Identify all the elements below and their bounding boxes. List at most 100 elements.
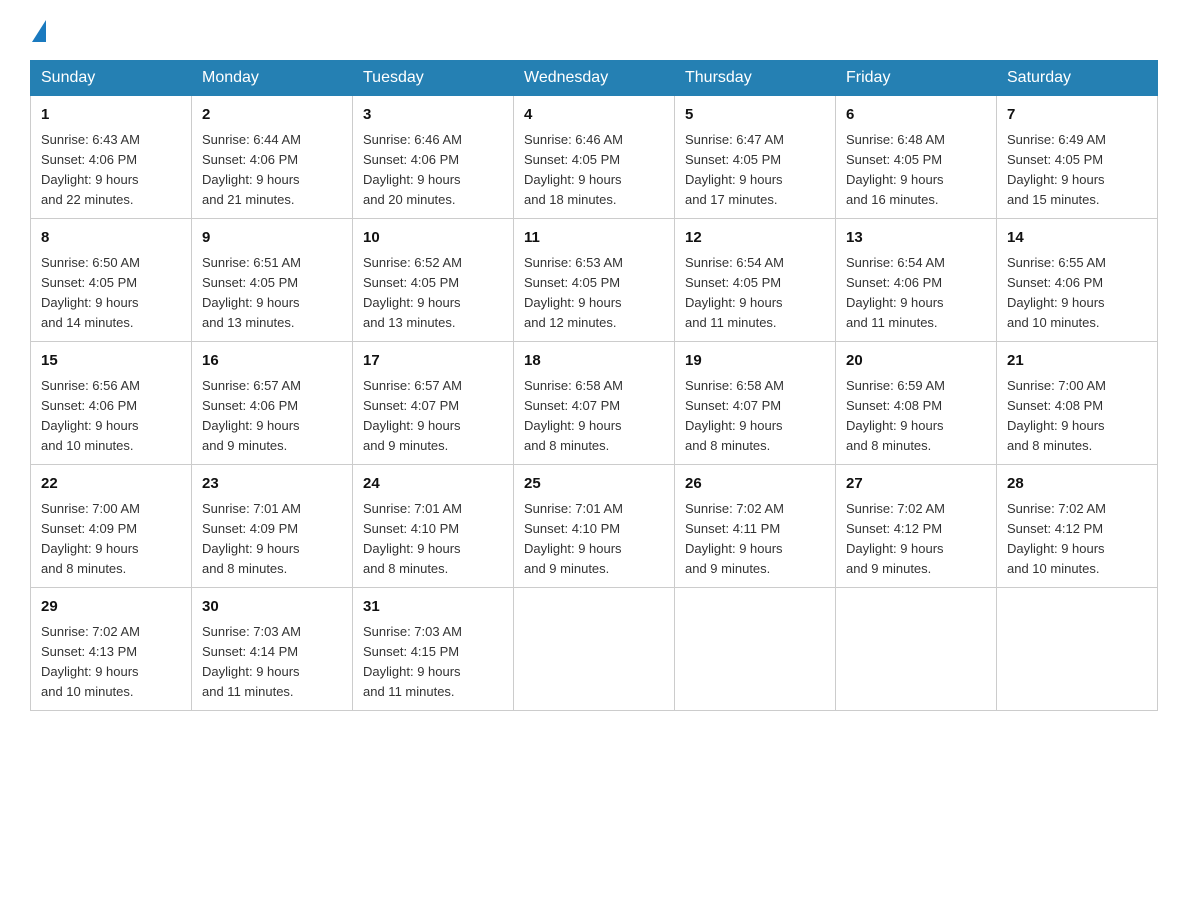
day-info: Sunrise: 6:58 AMSunset: 4:07 PMDaylight:… — [524, 376, 664, 457]
calendar-cell: 29 Sunrise: 7:02 AMSunset: 4:13 PMDayligh… — [31, 588, 192, 711]
day-number: 28 — [1007, 473, 1147, 496]
day-info: Sunrise: 7:02 AMSunset: 4:12 PMDaylight:… — [846, 499, 986, 580]
calendar-cell: 2 Sunrise: 6:44 AMSunset: 4:06 PMDaylight… — [192, 96, 353, 219]
calendar-cell: 24Sunrise: 7:01 AMSunset: 4:10 PMDayligh… — [353, 465, 514, 588]
calendar-cell — [836, 588, 997, 711]
calendar-cell: 15 Sunrise: 6:56 AMSunset: 4:06 PMDayligh… — [31, 342, 192, 465]
header-friday: Friday — [836, 61, 997, 96]
day-number: 11 — [524, 227, 664, 250]
calendar-cell: 19Sunrise: 6:58 AMSunset: 4:07 PMDayligh… — [675, 342, 836, 465]
day-number: 31 — [363, 596, 503, 619]
day-number: 23 — [202, 473, 342, 496]
logo-triangle-icon — [32, 20, 46, 42]
day-info: Sunrise: 7:01 AMSunset: 4:10 PMDaylight:… — [363, 499, 503, 580]
calendar-cell: 13 Sunrise: 6:54 AMSunset: 4:06 PMDayligh… — [836, 219, 997, 342]
day-info: Sunrise: 6:50 AMSunset: 4:05 PMDaylight:… — [41, 253, 181, 334]
logo-text — [30, 20, 46, 44]
day-info: Sunrise: 7:00 AMSunset: 4:08 PMDaylight:… — [1007, 376, 1147, 457]
day-info: Sunrise: 6:47 AMSunset: 4:05 PMDaylight:… — [685, 130, 825, 211]
calendar-header-row: SundayMondayTuesdayWednesdayThursdayFrid… — [31, 61, 1158, 96]
calendar-week-row: 8 Sunrise: 6:50 AMSunset: 4:05 PMDaylight… — [31, 219, 1158, 342]
day-info: Sunrise: 6:57 AMSunset: 4:06 PMDaylight:… — [202, 376, 342, 457]
day-number: 6 — [846, 104, 986, 127]
day-number: 9 — [202, 227, 342, 250]
day-info: Sunrise: 6:59 AMSunset: 4:08 PMDaylight:… — [846, 376, 986, 457]
day-number: 27 — [846, 473, 986, 496]
header-saturday: Saturday — [997, 61, 1158, 96]
day-info: Sunrise: 6:44 AMSunset: 4:06 PMDaylight:… — [202, 130, 342, 211]
day-number: 30 — [202, 596, 342, 619]
day-info: Sunrise: 6:48 AMSunset: 4:05 PMDaylight:… — [846, 130, 986, 211]
calendar-cell: 22 Sunrise: 7:00 AMSunset: 4:09 PMDayligh… — [31, 465, 192, 588]
day-info: Sunrise: 7:01 AMSunset: 4:09 PMDaylight:… — [202, 499, 342, 580]
day-number: 13 — [846, 227, 986, 250]
calendar-cell: 31 Sunrise: 7:03 AMSunset: 4:15 PMDayligh… — [353, 588, 514, 711]
day-info: Sunrise: 7:02 AMSunset: 4:13 PMDaylight:… — [41, 622, 181, 703]
logo — [30, 20, 46, 40]
day-number: 10 — [363, 227, 503, 250]
day-number: 26 — [685, 473, 825, 496]
calendar-cell: 3Sunrise: 6:46 AMSunset: 4:06 PMDaylight… — [353, 96, 514, 219]
day-number: 4 — [524, 104, 664, 127]
day-info: Sunrise: 7:00 AMSunset: 4:09 PMDaylight:… — [41, 499, 181, 580]
calendar-cell — [514, 588, 675, 711]
day-number: 22 — [41, 473, 181, 496]
calendar-cell: 7 Sunrise: 6:49 AMSunset: 4:05 PMDaylight… — [997, 96, 1158, 219]
day-info: Sunrise: 6:55 AMSunset: 4:06 PMDaylight:… — [1007, 253, 1147, 334]
header-sunday: Sunday — [31, 61, 192, 96]
day-info: Sunrise: 7:03 AMSunset: 4:15 PMDaylight:… — [363, 622, 503, 703]
calendar-week-row: 1Sunrise: 6:43 AMSunset: 4:06 PMDaylight… — [31, 96, 1158, 219]
day-info: Sunrise: 7:02 AMSunset: 4:12 PMDaylight:… — [1007, 499, 1147, 580]
calendar-week-row: 15 Sunrise: 6:56 AMSunset: 4:06 PMDayligh… — [31, 342, 1158, 465]
calendar-week-row: 22 Sunrise: 7:00 AMSunset: 4:09 PMDayligh… — [31, 465, 1158, 588]
calendar-cell — [997, 588, 1158, 711]
calendar-cell: 17Sunrise: 6:57 AMSunset: 4:07 PMDayligh… — [353, 342, 514, 465]
calendar-cell: 10Sunrise: 6:52 AMSunset: 4:05 PMDayligh… — [353, 219, 514, 342]
calendar-cell: 4 Sunrise: 6:46 AMSunset: 4:05 PMDaylight… — [514, 96, 675, 219]
calendar-cell: 26 Sunrise: 7:02 AMSunset: 4:11 PMDayligh… — [675, 465, 836, 588]
day-number: 29 — [41, 596, 181, 619]
calendar-cell — [675, 588, 836, 711]
calendar-cell: 16Sunrise: 6:57 AMSunset: 4:06 PMDayligh… — [192, 342, 353, 465]
header-thursday: Thursday — [675, 61, 836, 96]
day-number: 2 — [202, 104, 342, 127]
day-info: Sunrise: 7:02 AMSunset: 4:11 PMDaylight:… — [685, 499, 825, 580]
day-info: Sunrise: 6:56 AMSunset: 4:06 PMDaylight:… — [41, 376, 181, 457]
day-info: Sunrise: 6:58 AMSunset: 4:07 PMDaylight:… — [685, 376, 825, 457]
page-header — [30, 20, 1158, 40]
header-tuesday: Tuesday — [353, 61, 514, 96]
calendar-cell: 9Sunrise: 6:51 AMSunset: 4:05 PMDaylight… — [192, 219, 353, 342]
day-info: Sunrise: 7:03 AMSunset: 4:14 PMDaylight:… — [202, 622, 342, 703]
calendar-week-row: 29 Sunrise: 7:02 AMSunset: 4:13 PMDayligh… — [31, 588, 1158, 711]
day-info: Sunrise: 6:53 AMSunset: 4:05 PMDaylight:… — [524, 253, 664, 334]
day-number: 15 — [41, 350, 181, 373]
day-info: Sunrise: 6:49 AMSunset: 4:05 PMDaylight:… — [1007, 130, 1147, 211]
day-number: 18 — [524, 350, 664, 373]
calendar-cell: 27 Sunrise: 7:02 AMSunset: 4:12 PMDayligh… — [836, 465, 997, 588]
day-info: Sunrise: 6:54 AMSunset: 4:05 PMDaylight:… — [685, 253, 825, 334]
day-number: 25 — [524, 473, 664, 496]
header-wednesday: Wednesday — [514, 61, 675, 96]
calendar-cell: 18 Sunrise: 6:58 AMSunset: 4:07 PMDayligh… — [514, 342, 675, 465]
calendar-cell: 23 Sunrise: 7:01 AMSunset: 4:09 PMDayligh… — [192, 465, 353, 588]
day-number: 8 — [41, 227, 181, 250]
calendar-cell: 28 Sunrise: 7:02 AMSunset: 4:12 PMDayligh… — [997, 465, 1158, 588]
calendar-table: SundayMondayTuesdayWednesdayThursdayFrid… — [30, 60, 1158, 711]
day-info: Sunrise: 6:46 AMSunset: 4:05 PMDaylight:… — [524, 130, 664, 211]
day-number: 14 — [1007, 227, 1147, 250]
calendar-cell: 25Sunrise: 7:01 AMSunset: 4:10 PMDayligh… — [514, 465, 675, 588]
calendar-cell: 1Sunrise: 6:43 AMSunset: 4:06 PMDaylight… — [31, 96, 192, 219]
calendar-cell: 8 Sunrise: 6:50 AMSunset: 4:05 PMDaylight… — [31, 219, 192, 342]
calendar-cell: 14 Sunrise: 6:55 AMSunset: 4:06 PMDayligh… — [997, 219, 1158, 342]
calendar-cell: 21 Sunrise: 7:00 AMSunset: 4:08 PMDayligh… — [997, 342, 1158, 465]
day-info: Sunrise: 6:54 AMSunset: 4:06 PMDaylight:… — [846, 253, 986, 334]
day-info: Sunrise: 6:46 AMSunset: 4:06 PMDaylight:… — [363, 130, 503, 211]
day-info: Sunrise: 6:57 AMSunset: 4:07 PMDaylight:… — [363, 376, 503, 457]
day-number: 7 — [1007, 104, 1147, 127]
calendar-cell: 12 Sunrise: 6:54 AMSunset: 4:05 PMDayligh… — [675, 219, 836, 342]
day-number: 12 — [685, 227, 825, 250]
day-number: 21 — [1007, 350, 1147, 373]
day-number: 20 — [846, 350, 986, 373]
day-number: 1 — [41, 104, 181, 127]
calendar-cell: 20 Sunrise: 6:59 AMSunset: 4:08 PMDayligh… — [836, 342, 997, 465]
